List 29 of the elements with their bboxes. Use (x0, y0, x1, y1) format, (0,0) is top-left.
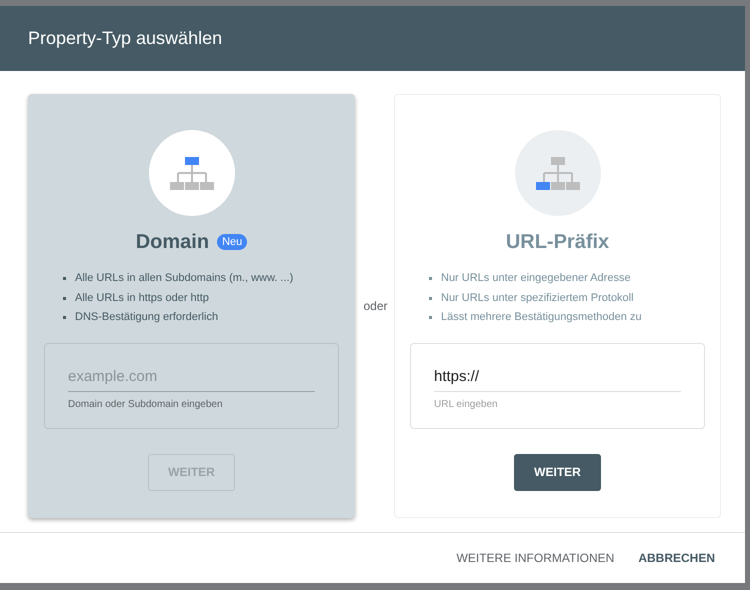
bullet-icon (63, 277, 66, 280)
connector-lines-icon (176, 164, 206, 184)
separator-text: oder (362, 299, 389, 313)
bullet-icon (429, 316, 432, 320)
input-field[interactable]: example.com (68, 364, 315, 392)
dialog-title: Property-Typ auswählen (28, 28, 222, 49)
input-card[interactable]: example.com Domain oder Subdomain eingeben (44, 342, 339, 428)
feature-item: Nur URLs unter spezifiziertem Protokoll (441, 290, 634, 306)
footer-button[interactable]: WEITERE INFORMATIONEN (448, 545, 622, 571)
connector-lines-icon (542, 164, 572, 184)
feature-item: Lässt mehrere Bestätigungsmethoden zu (441, 310, 642, 325)
feature-item: Nur URLs unter eingegebener Adresse (441, 271, 631, 286)
feature-item: Alle URLs in https oder http (75, 290, 209, 306)
helper-text: URL eingeben (434, 398, 499, 410)
property-type-card[interactable]: URL-Präfix Nur URLs unter eingegebener Adresse Nur URLs unter spezifiziertem Protokoll Lässt mehrere Bestätigungsmethoden zu https:// URL eingeben WEITER (394, 94, 721, 518)
input-card[interactable]: https:// URL eingeben (410, 342, 705, 428)
bullet-icon (63, 296, 66, 300)
option-title: URL-Präfix (506, 230, 610, 254)
feature-item: DNS-Bestätigung erforderlich (75, 310, 218, 325)
option-title: Domain (136, 230, 210, 254)
input-field[interactable]: https:// (434, 364, 681, 392)
bullet-icon (429, 296, 432, 300)
bullet-icon (63, 316, 66, 320)
bullet-icon (429, 277, 432, 280)
footer-button[interactable]: ABBRECHEN (630, 545, 723, 571)
new-badge: Neu (217, 234, 248, 250)
feature-item: Alle URLs in allen Subdomains (m., www. ...) (75, 271, 294, 286)
helper-text: Domain oder Subdomain eingeben (68, 398, 224, 410)
continue-button[interactable]: WEITER (514, 454, 601, 490)
